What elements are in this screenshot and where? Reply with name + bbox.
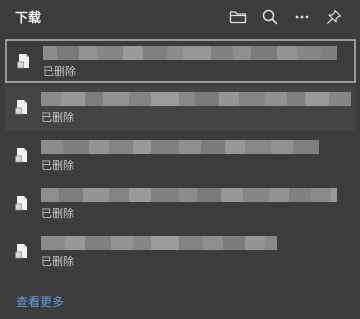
download-item[interactable]: 已删除: [5, 87, 356, 131]
download-item[interactable]: 已删除: [5, 135, 356, 179]
downloads-panel: 下载 已删除 已删除 已删除 已删除 已删除 查看更多: [1, 1, 359, 317]
panel-header: 下载: [1, 1, 359, 33]
file-icon: [15, 99, 29, 119]
download-item[interactable]: 已删除: [5, 231, 356, 275]
download-file-name-redacted: [41, 236, 277, 250]
download-status: 已删除: [41, 111, 74, 124]
file-icon: [17, 53, 31, 73]
see-more-link[interactable]: 查看更多: [16, 293, 64, 310]
download-status: 已删除: [41, 159, 74, 172]
download-file-name-redacted: [41, 92, 351, 106]
more-options-icon[interactable]: [291, 6, 313, 28]
download-file-name-redacted: [41, 140, 319, 154]
download-item[interactable]: 已删除: [5, 183, 356, 227]
pin-icon[interactable]: [323, 6, 345, 28]
folder-icon[interactable]: [227, 6, 249, 28]
download-file-name-redacted: [43, 46, 337, 60]
file-icon: [15, 195, 29, 215]
file-icon: [15, 147, 29, 167]
panel-title: 下载: [15, 11, 42, 26]
download-item[interactable]: 已删除: [5, 39, 356, 83]
download-status: 已删除: [41, 255, 74, 268]
download-file-name-redacted: [41, 188, 337, 202]
file-icon: [15, 243, 29, 263]
download-status: 已删除: [43, 65, 76, 78]
search-icon[interactable]: [259, 6, 281, 28]
download-status: 已删除: [41, 207, 74, 220]
